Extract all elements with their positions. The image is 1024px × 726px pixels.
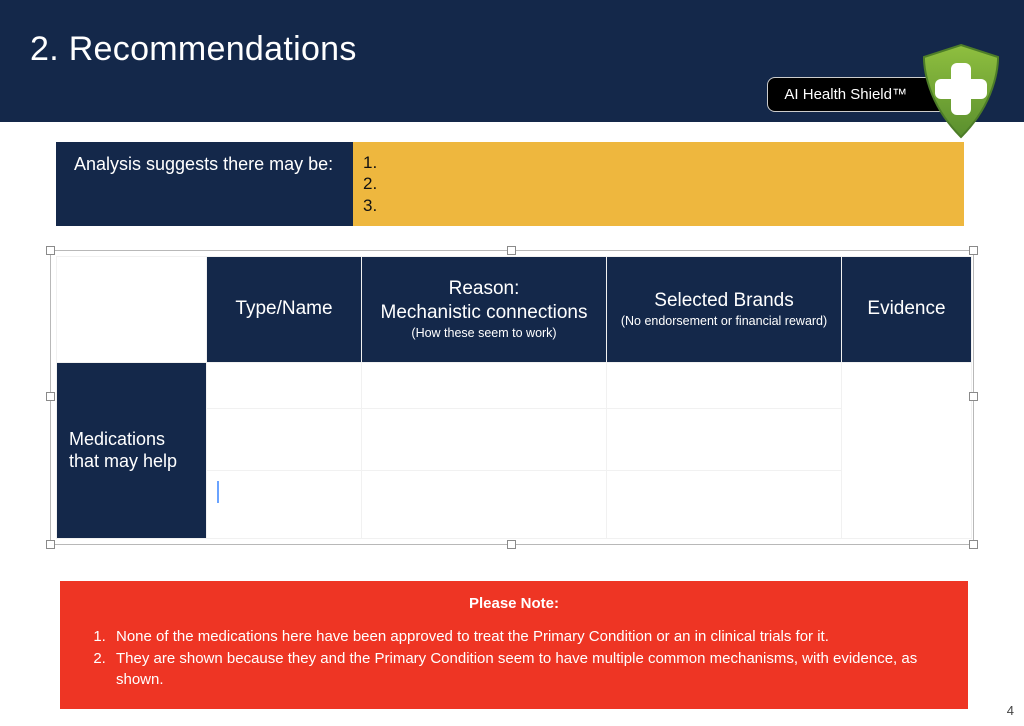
selection-handle[interactable] <box>46 246 55 255</box>
col-label: Evidence <box>867 298 945 319</box>
table-cell[interactable] <box>362 470 607 538</box>
col-type-name: Type/Name <box>207 256 362 362</box>
note-item: They are shown because they and the Prim… <box>110 648 946 692</box>
analysis-items: 1. 2. 3. <box>353 142 964 226</box>
selection-handle[interactable] <box>46 540 55 549</box>
row-header-medications[interactable]: Medications that may help <box>57 362 207 538</box>
note-list: None of the medications here have been a… <box>82 626 946 691</box>
analysis-bar: Analysis suggests there may be: 1. 2. 3. <box>56 142 964 226</box>
selection-handle[interactable] <box>507 246 516 255</box>
col-reason: Reason: Mechanistic connections (How the… <box>362 256 607 362</box>
note-panel: Please Note: None of the medications her… <box>60 581 968 709</box>
note-title: Please Note: <box>82 595 946 612</box>
table-cell[interactable] <box>207 408 362 470</box>
table-cell[interactable] <box>607 470 842 538</box>
col-sublabel: Mechanistic connections <box>381 302 588 323</box>
recommendations-table-wrapper[interactable]: Type/Name Reason: Mechanistic connection… <box>56 256 968 539</box>
selection-handle[interactable] <box>507 540 516 549</box>
selection-handle[interactable] <box>46 392 55 401</box>
text-cursor <box>217 481 219 503</box>
analysis-item: 2. <box>363 173 952 194</box>
table-cell[interactable] <box>607 408 842 470</box>
table-row[interactable]: Medications that may help <box>57 362 972 408</box>
note-item: None of the medications here have been a… <box>110 626 946 648</box>
col-label: Type/Name <box>235 298 332 319</box>
slide-header: 2. Recommendations AI Health Shield™ <box>0 0 1024 122</box>
page-number: 4 <box>1007 703 1014 718</box>
table-cell[interactable] <box>207 362 362 408</box>
recommendations-table[interactable]: Type/Name Reason: Mechanistic connection… <box>56 256 972 539</box>
col-evidence: Evidence <box>842 256 972 362</box>
analysis-item: 1. <box>363 152 952 173</box>
table-cell[interactable] <box>842 362 972 538</box>
col-label: Selected Brands <box>654 290 793 311</box>
selection-handle[interactable] <box>969 246 978 255</box>
col-subnote: (How these seem to work) <box>370 326 598 342</box>
col-subnote: (No endorsement or financial reward) <box>615 314 833 330</box>
analysis-label: Analysis suggests there may be: <box>56 142 353 226</box>
brand-area: AI Health Shield™ <box>767 43 1004 146</box>
col-label: Reason: <box>449 278 520 299</box>
table-cell[interactable] <box>362 408 607 470</box>
active-table-cell[interactable] <box>207 470 362 538</box>
shield-icon <box>918 43 1004 146</box>
table-cell[interactable] <box>362 362 607 408</box>
table-cell[interactable] <box>607 362 842 408</box>
col-brands: Selected Brands (No endorsement or finan… <box>607 256 842 362</box>
table-corner-cell <box>57 256 207 362</box>
analysis-item: 3. <box>363 195 952 216</box>
selection-handle[interactable] <box>969 540 978 549</box>
table-header-row: Type/Name Reason: Mechanistic connection… <box>57 256 972 362</box>
